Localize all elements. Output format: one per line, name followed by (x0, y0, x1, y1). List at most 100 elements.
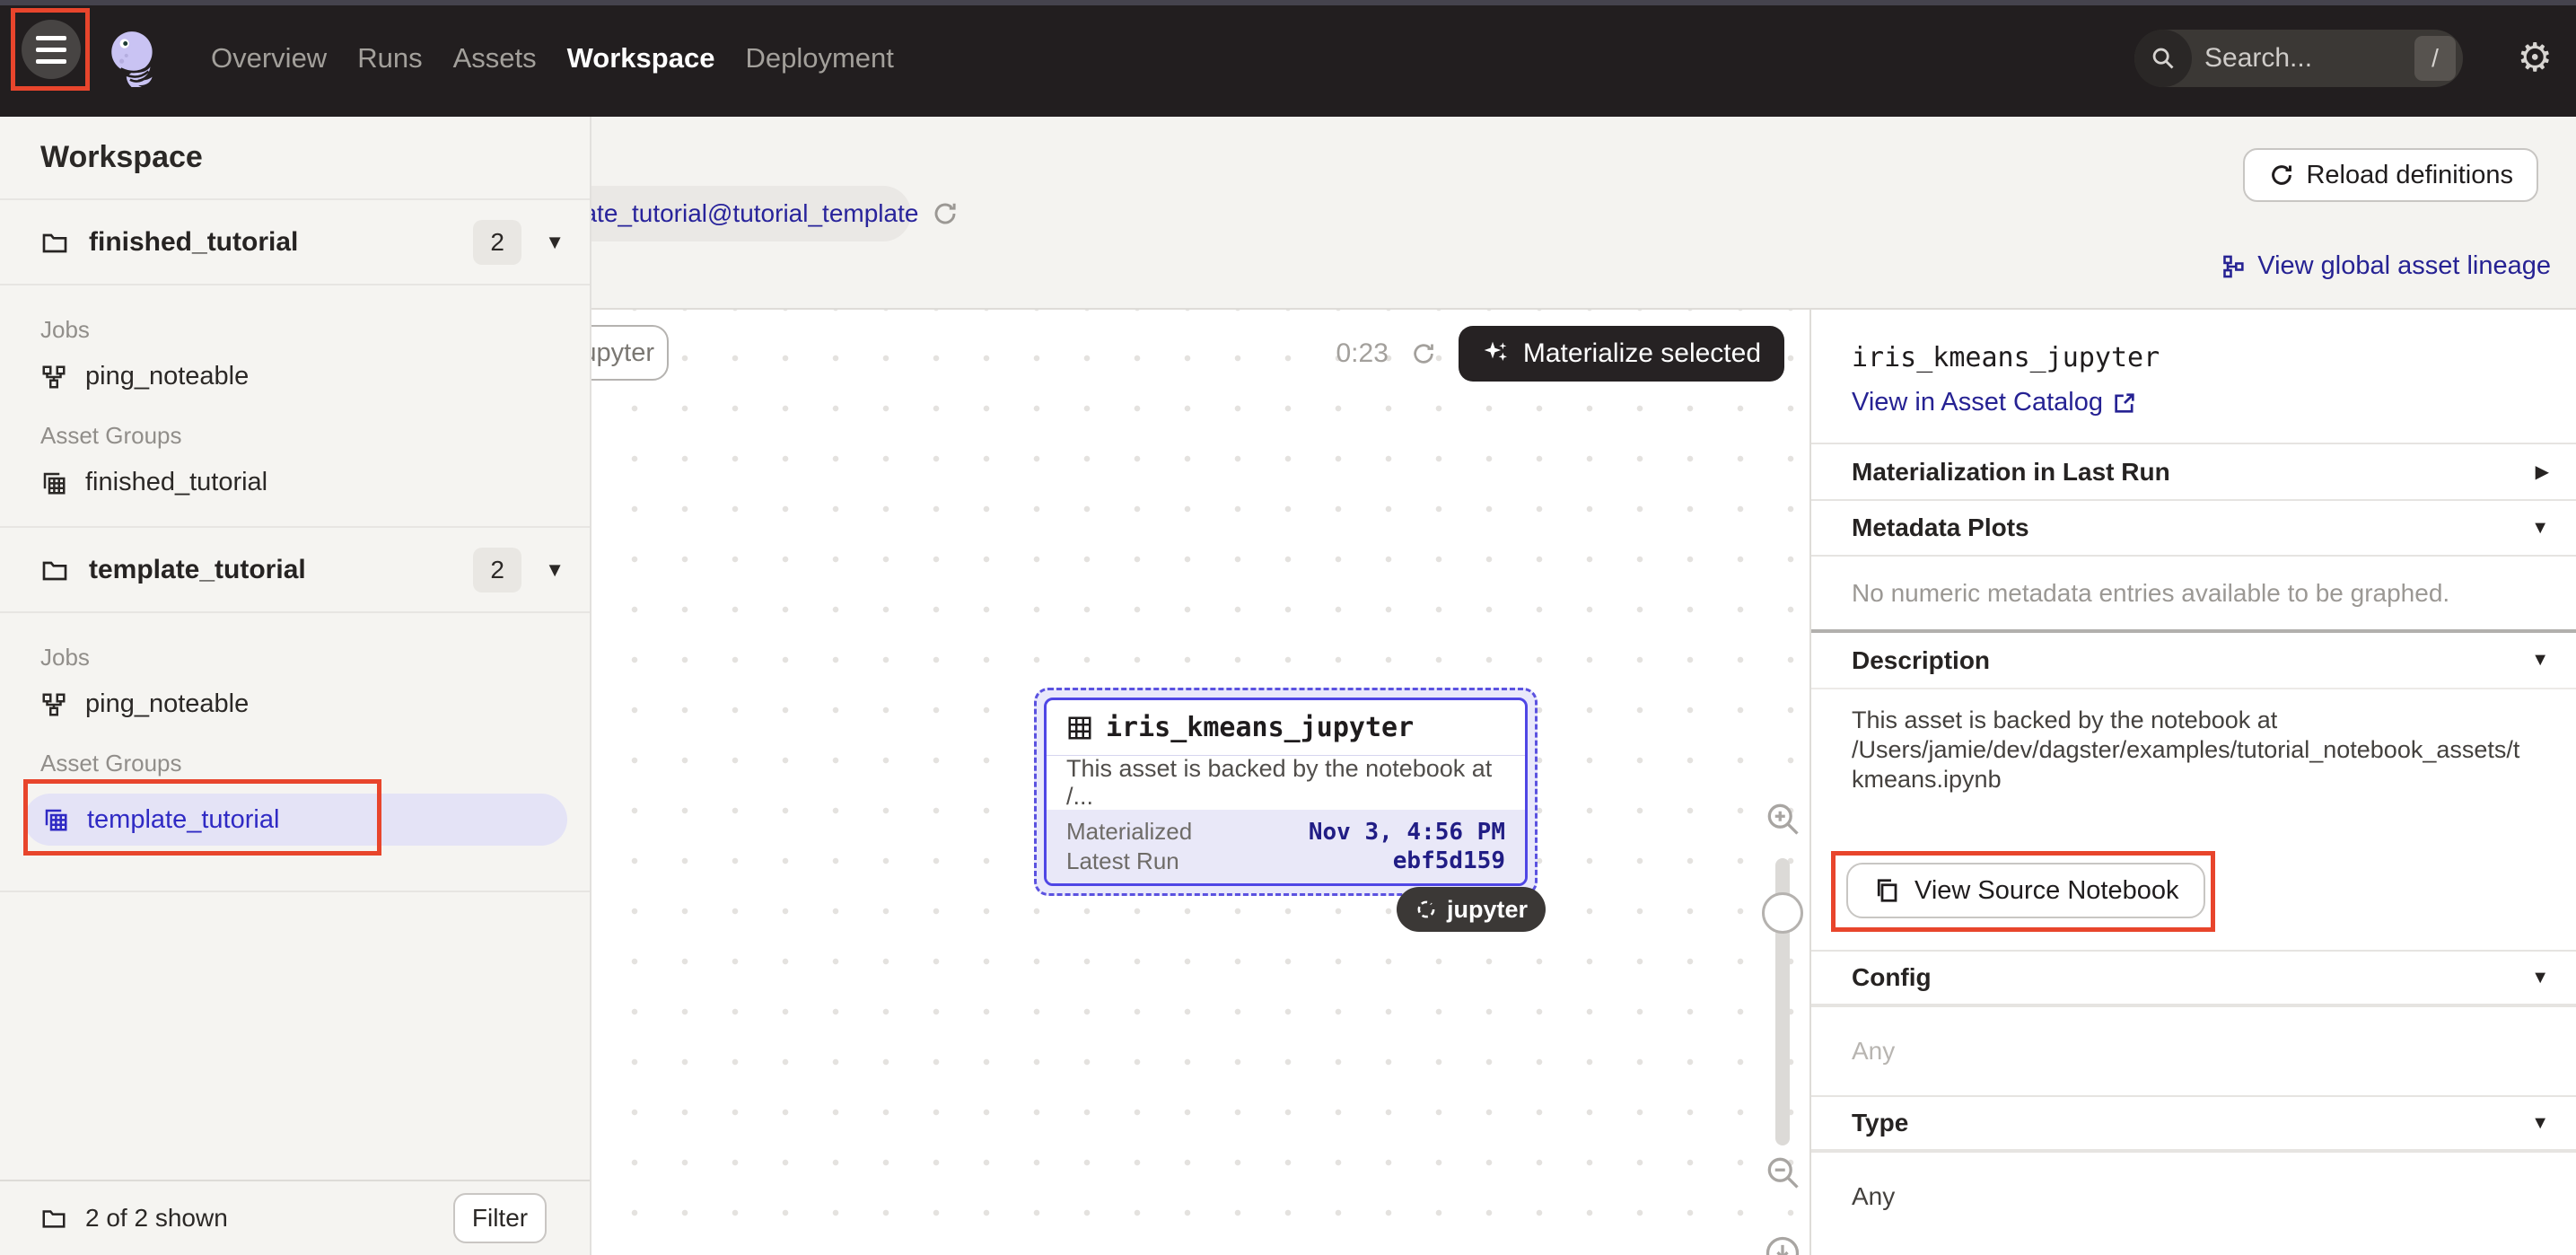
shown-count-text: 2 of 2 shown (85, 1204, 228, 1233)
section-config[interactable]: Config ▼ (1811, 950, 2576, 1005)
section-type[interactable]: Type ▼ (1811, 1095, 2576, 1151)
materialize-selected-button[interactable]: Materialize selected (1459, 326, 1784, 382)
chevron-down-icon: ▼ (2531, 518, 2549, 539)
nav-overview[interactable]: Overview (211, 42, 327, 75)
description-line: kmeans.ipynb (1852, 765, 2540, 794)
sidebar-item-job-ping-noteable-2[interactable]: ping_noteable (40, 689, 590, 719)
asset-node-selected[interactable]: iris_kmeans_jupyter This asset is backed… (1034, 688, 1538, 896)
sidebar-folder-finished-tutorial[interactable]: finished_tutorial 2 ▼ (0, 200, 590, 285)
config-value: Any (1811, 1005, 2576, 1095)
latest-run-label: Latest Run (1066, 847, 1179, 875)
lineage-icon (2221, 254, 2247, 279)
nav-assets[interactable]: Assets (453, 42, 537, 75)
view-global-asset-lineage-label: View global asset lineage (2257, 251, 2551, 281)
section-description[interactable]: Description ▼ (1811, 633, 2576, 689)
folder-name: finished_tutorial (89, 227, 298, 258)
asset-node-description: This asset is backed by the notebook at … (1047, 756, 1525, 810)
materialize-selected-label: Materialize selected (1523, 338, 1761, 369)
sidebar-title: Workspace (0, 117, 590, 200)
reload-definitions-button[interactable]: Reload definitions (2243, 148, 2538, 202)
asset-group-icon (40, 470, 67, 496)
folder-icon (40, 1205, 67, 1232)
description-text: This asset is backed by the notebook at … (1811, 689, 2576, 851)
external-link-icon (2112, 391, 2137, 416)
zoom-out-icon[interactable] (1763, 1153, 1802, 1192)
zoom-in-icon[interactable] (1763, 799, 1802, 838)
section-header: Description (1852, 646, 1990, 675)
gear-icon[interactable]: ⚙ (2518, 39, 2553, 78)
reload-icon (2268, 162, 2295, 189)
job-icon (40, 364, 67, 391)
asset-graph-canvas[interactable]: jupyter 0:23 (591, 310, 1811, 1255)
kind-tag-jupyter[interactable]: jupyter (1397, 887, 1546, 932)
nav-deployment[interactable]: Deployment (745, 42, 893, 75)
repo-breadcrumb-text: template_tutorial@tutorial_template (591, 199, 918, 228)
folder-count-badge: 2 (473, 548, 521, 592)
hamburger-menu-button[interactable] (22, 20, 81, 79)
sidebar-item-job-ping-noteable[interactable]: ping_noteable (40, 362, 590, 391)
chevron-down-icon: ▼ (2531, 968, 2549, 988)
sidebar-item-asset-group-finished-tutorial[interactable]: finished_tutorial (40, 468, 590, 497)
workspace-sidebar: Workspace finished_tutorial 2 ▼ Jobs pin… (0, 117, 591, 1255)
folder-name: template_tutorial (89, 555, 306, 585)
search-input[interactable] (2204, 43, 2375, 74)
view-in-asset-catalog-label: View in Asset Catalog (1852, 388, 2103, 417)
refresh-icon[interactable] (931, 199, 959, 228)
section-metadata-plots[interactable]: Metadata Plots ▼ (1811, 501, 2576, 557)
section-materialization-in-last-run[interactable]: Materialization in Last Run ▶ (1811, 444, 2576, 501)
download-icon[interactable] (1763, 1233, 1802, 1255)
zoom-slider-handle[interactable] (1762, 892, 1803, 934)
table-icon (1066, 715, 1093, 742)
top-nav: Overview Runs Assets Workspace Deploymen… (0, 0, 2576, 117)
sparkles-icon (1482, 339, 1511, 368)
job-name: ping_noteable (85, 362, 249, 391)
notebook-copy-icon (1873, 877, 1900, 904)
asset-groups-section-label: Asset Groups (40, 750, 590, 777)
jobs-section-label: Jobs (40, 316, 590, 344)
jupyter-icon (1415, 898, 1438, 921)
asset-groups-section-label: Asset Groups (40, 422, 590, 450)
folder-count-badge: 2 (473, 220, 521, 265)
reload-definitions-label: Reload definitions (2306, 161, 2513, 190)
view-source-notebook-button[interactable]: View Source Notebook (1846, 863, 2205, 918)
primary-nav: Overview Runs Assets Workspace Deploymen… (211, 42, 894, 75)
dagster-logo-icon[interactable] (104, 28, 163, 87)
folder-icon (40, 556, 69, 584)
chevron-down-icon[interactable]: ▼ (545, 558, 565, 582)
refresh-icon[interactable] (1410, 340, 1437, 367)
clipped-filter-tag[interactable]: jupyter (591, 325, 669, 381)
repo-breadcrumb-pill[interactable]: template_tutorial@tutorial_template (591, 186, 911, 241)
chevron-down-icon: ▼ (2531, 650, 2549, 671)
zoom-slider[interactable] (1775, 858, 1790, 1145)
sidebar-footer: 2 of 2 shown Filter (0, 1180, 590, 1255)
elapsed-timer: 0:23 (1336, 338, 1388, 369)
asset-node-stats: Materialized Nov 3, 4:56 PM Latest Run e… (1047, 810, 1525, 883)
section-header: Materialization in Last Run (1852, 458, 2170, 487)
job-name: ping_noteable (85, 689, 249, 719)
view-in-asset-catalog-link[interactable]: View in Asset Catalog (1852, 388, 2576, 417)
section-header: Config (1852, 963, 1932, 992)
jobs-section-label: Jobs (40, 644, 590, 671)
sidebar-folder-template-tutorial[interactable]: template_tutorial 2 ▼ (0, 528, 590, 613)
sidebar-item-asset-group-template-tutorial-selected[interactable]: template_tutorial (24, 794, 567, 846)
nav-workspace[interactable]: Workspace (567, 42, 715, 75)
type-value: Any (1811, 1151, 2576, 1241)
latest-run-value[interactable]: ebf5d159 (1393, 847, 1505, 874)
search-icon (2134, 30, 2192, 87)
kind-tag-label: jupyter (1447, 896, 1528, 924)
asset-group-icon (42, 806, 69, 833)
search-bar[interactable]: / (2134, 30, 2463, 87)
view-global-asset-lineage-link[interactable]: View global asset lineage (2221, 251, 2551, 281)
materialized-value[interactable]: Nov 3, 4:56 PM (1309, 819, 1505, 846)
filter-button[interactable]: Filter (453, 1193, 547, 1243)
job-icon (40, 691, 67, 718)
nav-runs[interactable]: Runs (357, 42, 422, 75)
chevron-down-icon[interactable]: ▼ (545, 231, 565, 254)
search-shortcut-badge: / (2414, 36, 2456, 81)
description-line: /Users/jamie/dev/dagster/examples/tutori… (1852, 735, 2540, 765)
asset-detail-panel: iris_kmeans_jupyter View in Asset Catalo… (1811, 310, 2576, 1255)
panel-asset-title: iris_kmeans_jupyter (1852, 342, 2576, 373)
graph-toolbar: 0:23 Ma (1336, 326, 1784, 382)
zoom-controls (1762, 799, 1803, 1255)
description-line: This asset is backed by the notebook at (1852, 706, 2540, 735)
